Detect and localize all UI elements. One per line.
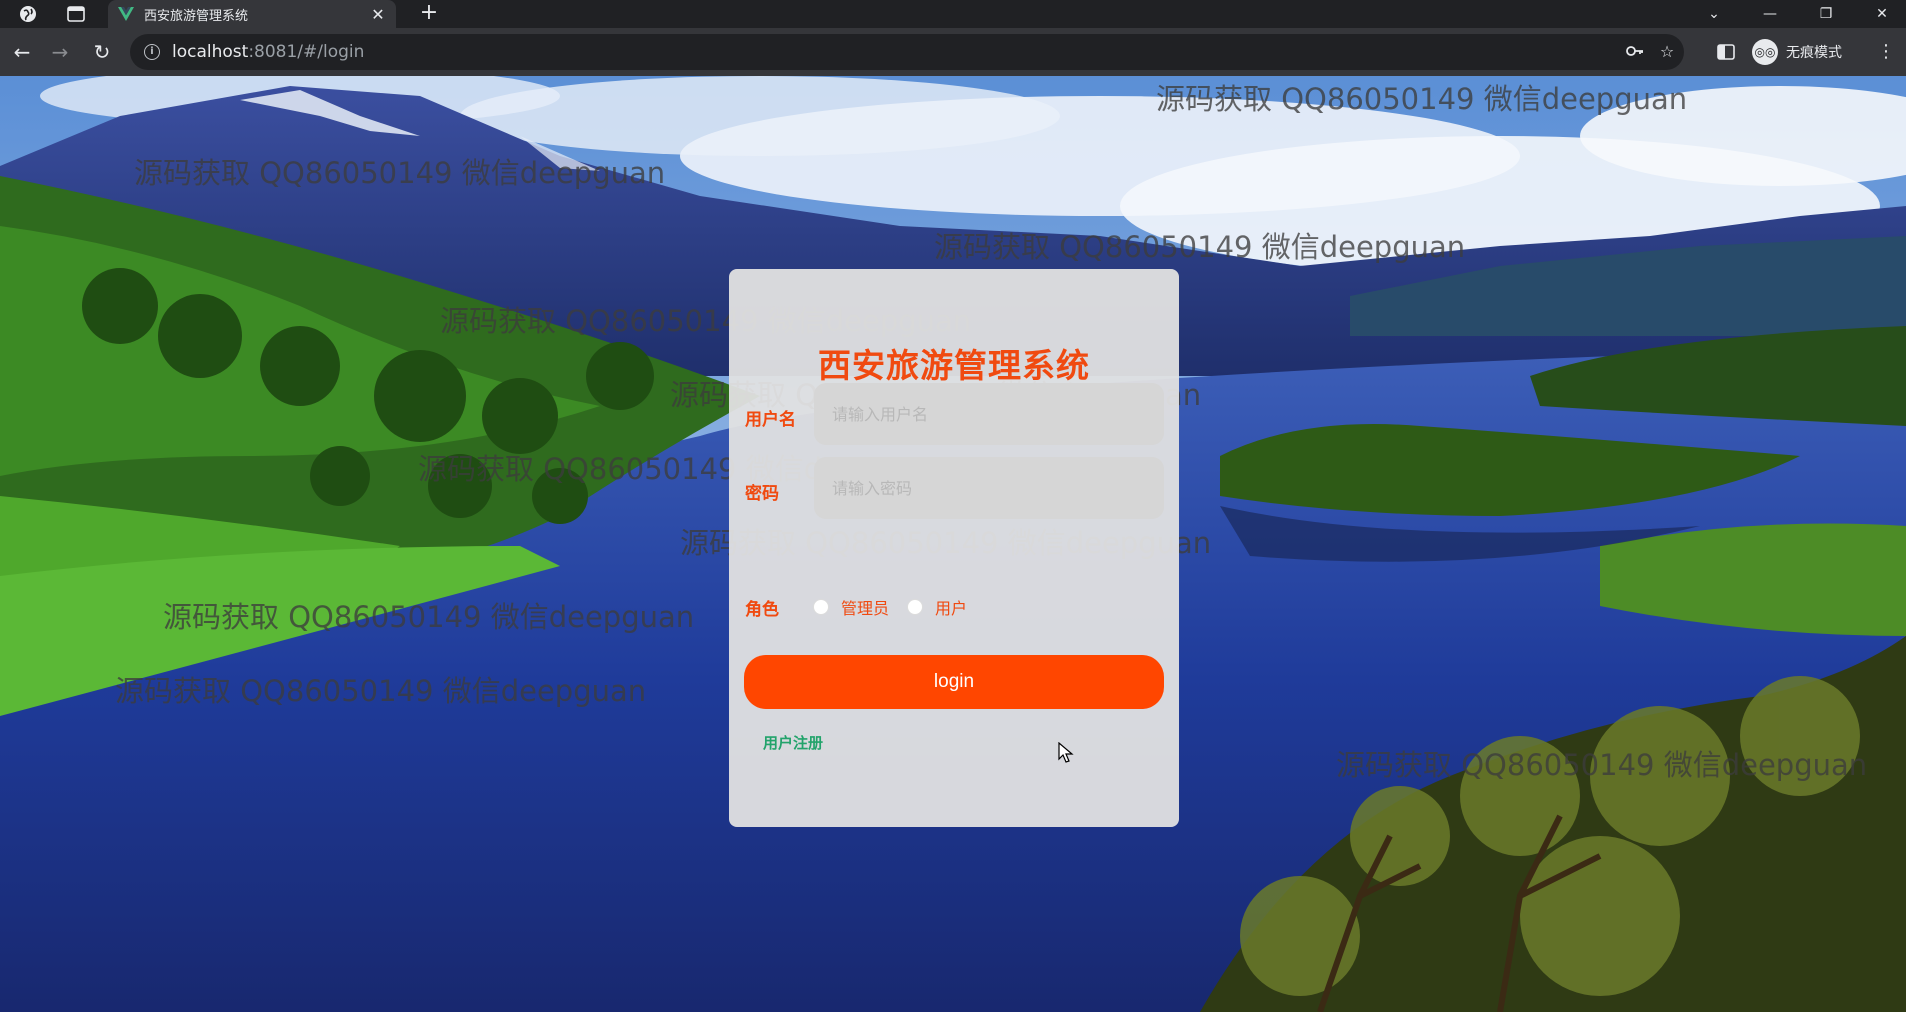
role-option-user[interactable]: 用户 <box>935 595 967 619</box>
restore-icon[interactable]: ❐ <box>1806 0 1846 28</box>
sidebar-icon[interactable] <box>66 4 86 24</box>
forward-icon[interactable]: → <box>46 38 74 66</box>
back-icon[interactable]: ← <box>8 38 36 66</box>
reading-list-icon[interactable] <box>1712 38 1740 66</box>
login-card: 西安旅游管理系统 用户名 密码 角色 管理员 用户 login 用户注册 <box>729 269 1179 827</box>
close-window-icon[interactable]: ✕ <box>1862 0 1902 28</box>
role-option-admin[interactable]: 管理员 <box>841 595 889 619</box>
plus-icon[interactable]: + <box>416 0 442 28</box>
reload-icon[interactable]: ↻ <box>88 38 116 66</box>
key-icon[interactable] <box>1624 41 1646 63</box>
info-icon[interactable]: i <box>144 44 160 60</box>
incognito-label: 无痕模式 <box>1786 45 1842 61</box>
login-button[interactable]: login <box>744 655 1164 709</box>
url-text[interactable]: localhost:8081/#/login <box>172 42 364 62</box>
chevron-down-icon[interactable]: ⌄ <box>1694 0 1734 28</box>
browser-tabbar: 西安旅游管理系统 ✕ + ⌄ — ❐ ✕ <box>0 0 1906 28</box>
active-tab[interactable]: 西安旅游管理系统 ✕ <box>108 0 396 28</box>
page-viewport: 源码获取 QQ86050149 微信deepguan 源码获取 QQ860501… <box>0 76 1906 1012</box>
role-radio-user[interactable] <box>907 599 924 615</box>
star-icon[interactable]: ☆ <box>1656 41 1678 63</box>
incognito-icon: ◎◎ <box>1752 39 1778 65</box>
globe-icon[interactable] <box>18 4 38 24</box>
page-title: 西安旅游管理系统 <box>818 346 1090 385</box>
menu-icon[interactable]: ⋮ <box>1876 38 1896 66</box>
password-input[interactable] <box>814 457 1164 519</box>
mouse-cursor-icon <box>1058 742 1074 763</box>
role-label: 角色 <box>745 599 779 620</box>
address-bar[interactable]: i localhost:8081/#/login ☆ <box>130 34 1684 70</box>
register-link[interactable]: 用户注册 <box>763 732 823 753</box>
browser-toolbar: ← → ↻ i localhost:8081/#/login ☆ ◎◎ 无痕模式… <box>0 28 1906 76</box>
tab-title: 西安旅游管理系统 <box>144 8 249 24</box>
role-selector: 角色 管理员 用户 <box>745 595 985 620</box>
password-label: 密码 <box>745 484 779 504</box>
vue-logo-icon <box>118 7 134 21</box>
minimize-icon[interactable]: — <box>1750 0 1790 28</box>
role-radio-admin[interactable] <box>813 599 829 615</box>
username-label: 用户名 <box>745 410 796 430</box>
close-icon[interactable]: ✕ <box>370 5 386 24</box>
username-input[interactable] <box>814 383 1164 445</box>
incognito-indicator[interactable]: ◎◎ 无痕模式 <box>1752 36 1842 68</box>
